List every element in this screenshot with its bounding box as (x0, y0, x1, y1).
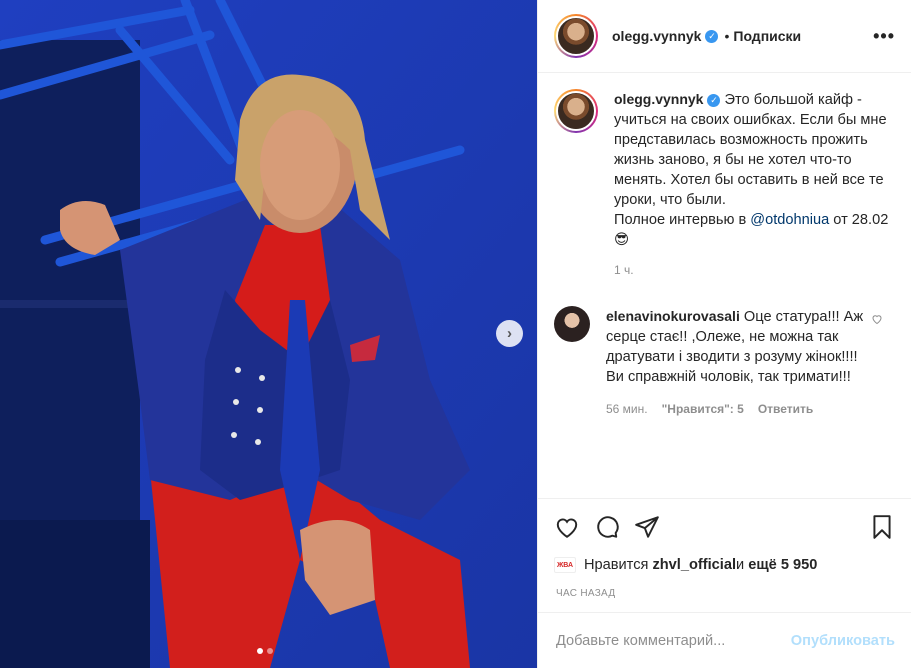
post-header: olegg.vynnyk ✓ • Подписки ••• (538, 0, 911, 73)
share-icon[interactable] (634, 514, 660, 540)
likes-count[interactable]: ещё 5 950 (748, 557, 817, 573)
heart-icon[interactable] (871, 312, 883, 328)
likes-summary: ЖВА Нравится zhvl_official и ещё 5 950 (538, 554, 911, 576)
publish-button[interactable]: Опубликовать (791, 633, 895, 649)
comment-likes[interactable]: "Нравится": 5 (662, 399, 744, 419)
more-icon[interactable]: ••• (873, 26, 895, 47)
avatar[interactable] (554, 306, 590, 342)
liker-avatar[interactable]: ЖВА (554, 557, 576, 573)
verified-icon: ✓ (705, 29, 719, 43)
bookmark-icon[interactable] (869, 514, 895, 540)
likes-middle: и (736, 557, 745, 573)
likes-prefix: Нравится (584, 557, 649, 573)
liker-username[interactable]: zhvl_official (652, 557, 736, 573)
caption-text: Это большой кайф - учиться на своих ошиб… (614, 92, 887, 208)
comments-list[interactable]: olegg.vynnyk ✓ Это большой кайф - учиться… (538, 73, 911, 498)
heart-icon[interactable] (554, 514, 580, 540)
action-bar (538, 498, 911, 554)
caption: olegg.vynnyk ✓ Это большой кайф - учиться… (554, 89, 895, 280)
post-panel: olegg.vynnyk ✓ • Подписки ••• olegg.vynn… (537, 0, 911, 668)
avatar[interactable] (554, 89, 598, 133)
add-comment-form: Опубликовать (538, 612, 911, 668)
post-time[interactable]: ЧАС НАЗАД (538, 576, 911, 599)
comment-time[interactable]: 56 мин. (606, 399, 648, 419)
carousel-indicator (257, 648, 273, 654)
reply-button[interactable]: Ответить (758, 399, 813, 419)
separator: • (724, 28, 730, 44)
following-button[interactable]: Подписки (733, 28, 801, 44)
comment-item: elenavinokurovasali Оце статура!!! Аж се… (554, 306, 895, 419)
photo-illustration (0, 0, 537, 668)
caption-username[interactable]: olegg.vynnyk (614, 91, 703, 107)
verified-icon: ✓ (707, 93, 721, 107)
comment-input[interactable] (556, 632, 791, 649)
comment-username[interactable]: elenavinokurovasali (606, 308, 740, 324)
chevron-right-icon[interactable]: › (496, 320, 523, 347)
caption-time[interactable]: 1 ч. (614, 260, 894, 280)
caption-interview-suffix: от 28.02 (829, 212, 889, 228)
avatar[interactable] (554, 14, 598, 58)
caption-interview-prefix: Полное интервью в (614, 212, 751, 228)
carousel-dot (267, 648, 273, 654)
carousel-dot (257, 648, 263, 654)
comment-icon[interactable] (594, 514, 620, 540)
post-photo[interactable]: › (0, 0, 537, 668)
username-link[interactable]: olegg.vynnyk (612, 28, 701, 44)
mention-link[interactable]: @otdohniua (750, 212, 829, 228)
emoji: 😎 (614, 232, 630, 248)
